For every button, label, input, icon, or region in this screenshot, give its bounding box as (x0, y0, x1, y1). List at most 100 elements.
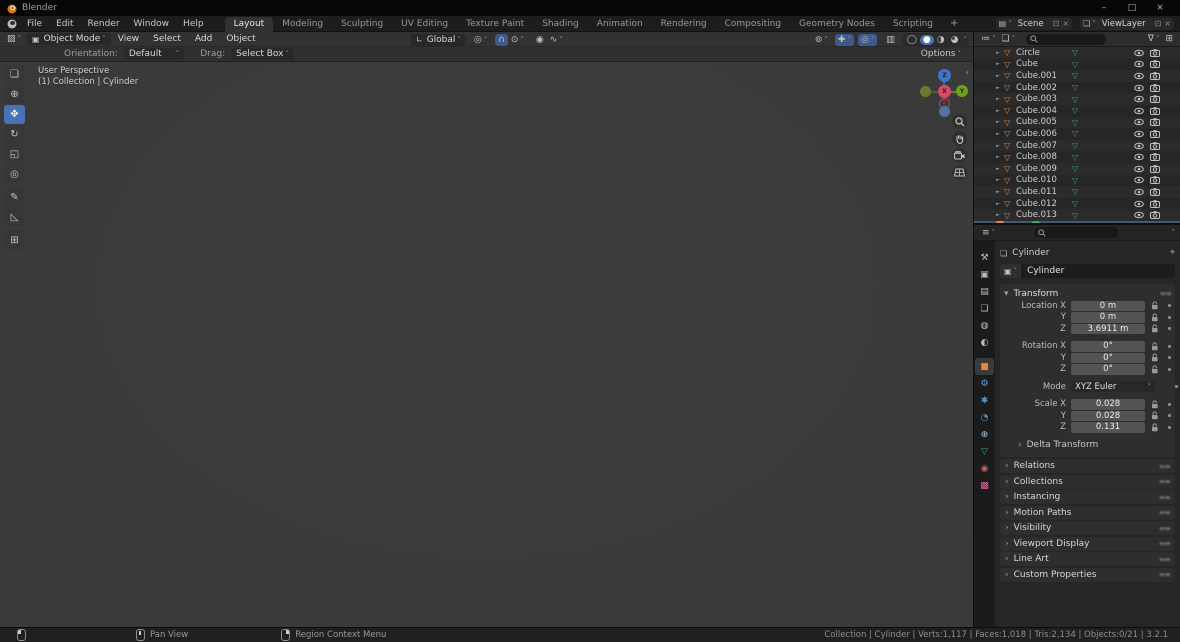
disclosure-arrow-icon[interactable]: ► (996, 85, 1004, 91)
disclosure-arrow-icon[interactable]: ► (996, 50, 1004, 56)
hide-in-viewport-toggle[interactable] (1134, 95, 1144, 103)
delta-transform-panel[interactable]: › Delta Transform (1004, 438, 1171, 451)
gizmo-axis-z-neg[interactable] (939, 106, 950, 117)
properties-tab[interactable]: ■ (975, 358, 994, 375)
properties-tab[interactable]: ⚙ (975, 375, 994, 392)
disable-in-renders-toggle[interactable] (1150, 164, 1160, 173)
scale-field[interactable]: 0.131 (1071, 422, 1145, 433)
new-collection-button[interactable]: ⊞ (1162, 34, 1176, 44)
hide-in-viewport-toggle[interactable] (1134, 107, 1144, 115)
proportional-editing-button[interactable]: ◉ (533, 35, 547, 45)
outliner-row[interactable]: ► ▽ Cube.011 ▽ (974, 186, 1180, 198)
drag-handle-icon[interactable]: ≡≡ (1160, 289, 1172, 298)
animate-dot[interactable] (1168, 327, 1171, 331)
drag-handle-icon[interactable]: ≡≡ (1159, 493, 1171, 502)
tool-button[interactable]: ◺ (4, 208, 25, 227)
properties-tab[interactable]: ⚒ (975, 249, 994, 266)
drag-handle-icon[interactable]: ≡≡ (1159, 555, 1171, 564)
outliner-row[interactable]: ► ▽ Cube.001 ▽ (974, 70, 1180, 82)
collapsed-panel[interactable]: › Custom Properties ≡≡ (1000, 567, 1175, 582)
location-field[interactable]: 0 m (1071, 312, 1145, 323)
workspace-tab[interactable]: Sculpting (332, 17, 392, 32)
blender-menu-icon[interactable] (6, 18, 18, 30)
orientation-default-dropdown[interactable]: Default ˅ (123, 48, 185, 60)
outliner-row[interactable]: ► ▽ Cube.006 ▽ (974, 128, 1180, 140)
outliner-search-input[interactable] (1026, 33, 1107, 45)
hide-in-viewport-toggle[interactable] (1134, 118, 1144, 126)
tool-button[interactable]: ⊞ (4, 231, 25, 250)
tool-button[interactable]: ✥ (4, 105, 25, 124)
falloff-button[interactable]: ∿ ˅ (547, 35, 566, 45)
properties-tab[interactable]: ⊕ (975, 426, 994, 443)
copy-viewlayer-icon[interactable]: ⊡ (1155, 19, 1162, 28)
scale-field[interactable]: 0.028 (1071, 410, 1145, 421)
transform-panel-header[interactable]: ▾ Transform ≡≡ (1004, 287, 1172, 300)
lock-toggle[interactable] (1148, 365, 1162, 374)
disable-in-renders-toggle[interactable] (1150, 72, 1160, 80)
breadcrumb-object-name[interactable]: Cylinder (1012, 248, 1049, 258)
outliner-row[interactable]: ► ▽ Cube.008 ▽ (974, 151, 1180, 163)
disclosure-arrow-icon[interactable]: ► (996, 212, 1004, 218)
scene-selector[interactable]: ▤ ˅ Scene ⊡ × (995, 17, 1073, 30)
object-name-value[interactable]: Cylinder (1021, 264, 1175, 278)
object-name[interactable]: Cube.001 (1016, 71, 1072, 81)
topbar-menu[interactable]: Help (176, 19, 211, 29)
rotation-field[interactable]: 0° (1071, 352, 1145, 363)
disclosure-arrow-icon[interactable]: ► (996, 61, 1004, 67)
object-name[interactable]: Cube.003 (1016, 94, 1072, 104)
hide-in-viewport-toggle[interactable] (1134, 188, 1144, 196)
outliner-row[interactable]: ► ▽ Cube.004 ▽ (974, 105, 1180, 117)
outliner-row[interactable]: ► ▽ Cube.003 ▽ (974, 93, 1180, 105)
editor-type-button[interactable]: ▧ ˅ (4, 34, 24, 44)
object-name[interactable]: Cube.006 (1016, 129, 1072, 139)
tool-button[interactable]: ◎ (4, 165, 25, 184)
workspace-tab[interactable]: Shading (533, 17, 588, 32)
tool-button[interactable]: ✎ (4, 188, 25, 207)
shading-rendered-button[interactable]: ◕ (948, 35, 962, 45)
gizmo-axis-x[interactable]: X (938, 85, 951, 98)
disable-in-renders-toggle[interactable] (1150, 130, 1160, 138)
disable-in-renders-toggle[interactable] (1150, 60, 1160, 69)
tool-button[interactable]: ◱ (4, 145, 25, 164)
object-name[interactable]: Cube.012 (1016, 199, 1072, 209)
drag-handle-icon[interactable]: ≡≡ (1159, 508, 1171, 517)
drag-handle-icon[interactable]: ≡≡ (1159, 539, 1171, 548)
show-overlays-button[interactable]: ◎ ˅ (857, 33, 878, 46)
tool-button[interactable]: ↻ (4, 125, 25, 144)
lock-toggle[interactable] (1148, 301, 1162, 310)
outliner-row[interactable]: ► ▽ Cube.009 ▽ (974, 162, 1180, 175)
workspace-tab[interactable]: Geometry Nodes (790, 17, 884, 32)
sidebar-collapse-arrow[interactable]: ‹ (966, 68, 969, 77)
properties-tab[interactable]: ▩ (975, 477, 994, 494)
hide-in-viewport-toggle[interactable] (1134, 153, 1144, 161)
disclosure-arrow-icon[interactable]: ► (996, 143, 1004, 149)
hide-in-viewport-toggle[interactable] (1134, 72, 1144, 80)
disclosure-arrow-icon[interactable]: ► (996, 154, 1004, 160)
toggle-perspective-button[interactable] (952, 165, 967, 180)
animate-dot[interactable] (1168, 367, 1171, 371)
animate-dot[interactable] (1168, 425, 1171, 429)
lock-toggle[interactable] (1148, 353, 1162, 362)
drag-handle-icon[interactable]: ≡≡ (1159, 477, 1171, 486)
unlink-scene-icon[interactable]: × (1062, 19, 1069, 28)
hide-in-viewport-toggle[interactable] (1134, 49, 1144, 57)
lock-toggle[interactable] (1148, 313, 1162, 322)
animate-dot[interactable] (1168, 402, 1171, 406)
lock-toggle[interactable] (1148, 324, 1162, 333)
properties-tab[interactable]: ◍ (975, 317, 994, 334)
orientation-dropdown[interactable]: ∟ Global ˅ (411, 33, 466, 46)
drag-handle-icon[interactable]: ≡≡ (1159, 462, 1171, 471)
collapsed-panel[interactable]: › Instancing ≡≡ (1000, 490, 1175, 504)
hide-in-viewport-toggle[interactable] (1134, 60, 1144, 68)
tool-button[interactable]: ⊕ (4, 85, 25, 104)
outliner-row[interactable]: ► ▽ Cube.005 ▽ (974, 116, 1180, 129)
mode-dropdown[interactable]: ▣ Object Mode ˅ (27, 33, 111, 45)
rotation-field[interactable]: 0° (1071, 364, 1145, 375)
shading-solid-button[interactable]: ● (919, 34, 934, 45)
object-name[interactable]: Cube.004 (1016, 106, 1072, 116)
pan-hand-button[interactable] (952, 131, 967, 146)
object-name[interactable]: Circle (1016, 48, 1072, 58)
add-workspace-button[interactable]: + (942, 18, 966, 29)
rotation-mode-dropdown[interactable]: XYZ Euler ˅ (1071, 381, 1155, 393)
maximize-button[interactable]: □ (1118, 3, 1146, 13)
